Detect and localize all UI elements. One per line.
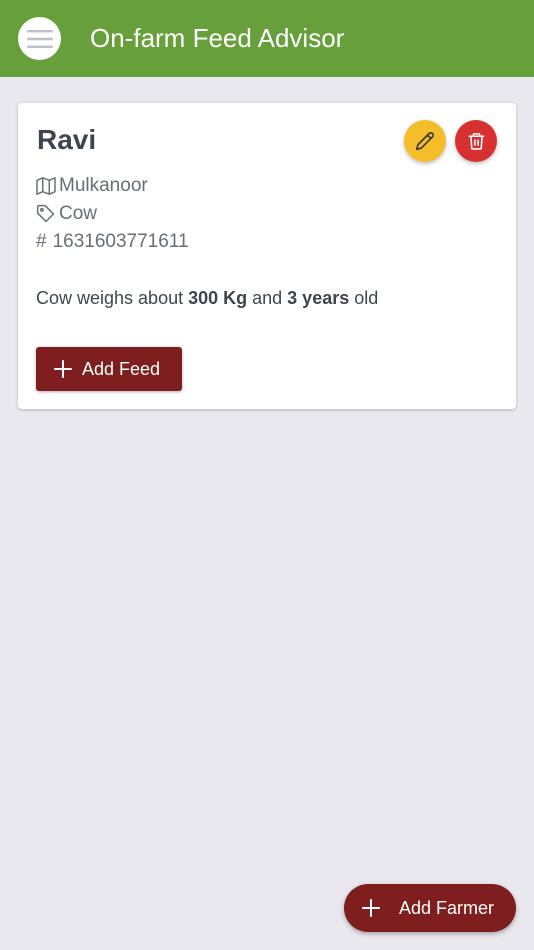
add-feed-label: Add Feed [82, 358, 161, 379]
add-farmer-button[interactable]: Add Farmer [344, 884, 516, 932]
animal-row: Cow [36, 202, 97, 226]
age-value: 3 years [287, 288, 350, 308]
add-feed-button[interactable]: Add Feed [36, 347, 182, 391]
pencil-icon [415, 132, 434, 151]
id-text: 1631603771611 [52, 231, 189, 252]
map-icon [36, 177, 56, 195]
edit-farmer-button[interactable] [404, 120, 446, 162]
farmer-card: Ravi Mulkanoor Cow # 1631603771611 Cow w… [18, 103, 516, 409]
weight-value: 300 Kg [188, 288, 248, 308]
description-middle: and [247, 288, 288, 308]
app-bar: On-farm Feed Advisor [0, 0, 534, 77]
description-prefix: Cow weighs about [36, 288, 189, 308]
description-suffix: old [349, 288, 379, 308]
hamburger-menu-icon [26, 29, 53, 48]
hash-icon: # [36, 231, 47, 252]
plus-icon [361, 898, 381, 918]
animal-description: Cow weighs about 300 Kg and 3 years old [36, 286, 378, 310]
location-row: Mulkanoor [36, 174, 148, 198]
app-title: On-farm Feed Advisor [90, 23, 345, 53]
delete-farmer-button[interactable] [455, 120, 497, 162]
tag-icon [36, 204, 56, 224]
location-text: Mulkanoor [59, 175, 148, 196]
plus-icon [53, 359, 73, 379]
id-row: # 1631603771611 [36, 230, 189, 254]
farmer-name: Ravi [37, 124, 97, 155]
menu-button[interactable] [18, 17, 61, 60]
animal-text: Cow [59, 203, 98, 224]
trash-icon [468, 133, 484, 150]
add-farmer-label: Add Farmer [399, 897, 495, 918]
